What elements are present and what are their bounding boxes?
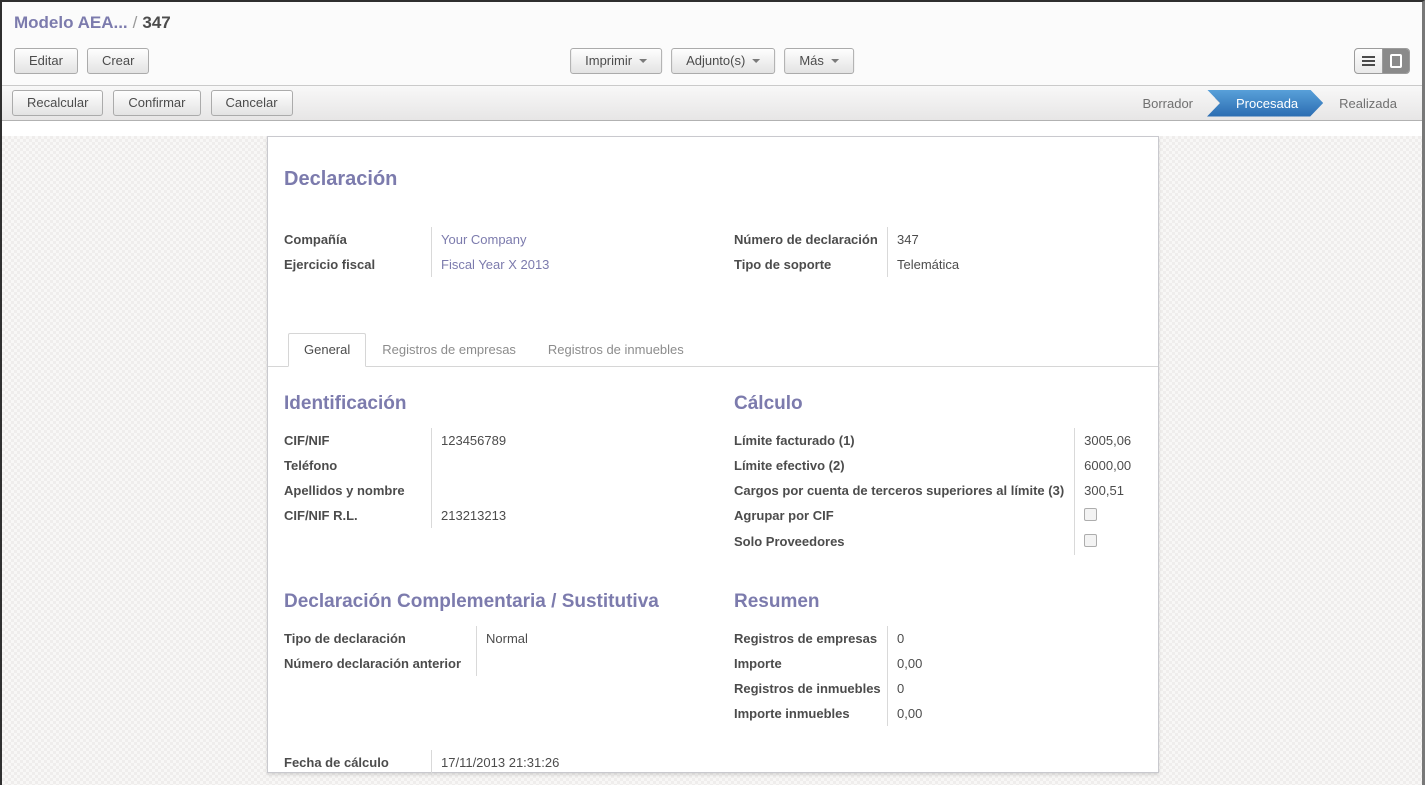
field-value-registros-inmuebles: 0: [887, 676, 1142, 701]
cancel-button[interactable]: Cancelar: [211, 90, 293, 116]
solo-proveedores-checkbox[interactable]: [1084, 534, 1097, 547]
action-statusbar: Recalcular Confirmar Cancelar Borrador P…: [2, 85, 1422, 121]
field-label-cif-nif-rl: CIF/NIF R.L.: [284, 503, 431, 528]
breadcrumb-separator: /: [133, 13, 138, 32]
field-label-tipo-soporte: Tipo de soporte: [734, 252, 887, 277]
field-value-limite-efectivo: 6000,00: [1074, 453, 1142, 478]
confirm-button[interactable]: Confirmar: [113, 90, 200, 116]
field-value-importe-inmuebles: 0,00: [887, 701, 1142, 726]
tab-registros-empresas[interactable]: Registros de empresas: [366, 333, 532, 367]
form-sheet: Declaración Compañía Your Company Ejerci…: [267, 136, 1159, 773]
footer-field: Fecha de cálculo 17/11/2013 21:31:26: [284, 750, 734, 775]
attachments-dropdown-button[interactable]: Adjunto(s): [671, 48, 775, 74]
field-value-numero-declaracion: 347: [887, 227, 1142, 252]
view-switcher: [1354, 48, 1410, 74]
field-label-solo-proveedores: Solo Proveedores: [734, 529, 1074, 555]
section-title-calculo: Cálculo: [734, 393, 1142, 415]
field-value-numero-declaracion-anterior: [476, 651, 734, 676]
field-label-fecha-calculo: Fecha de cálculo: [284, 750, 431, 775]
document-buttons: Imprimir Adjunto(s) Más: [570, 48, 854, 74]
field-value-cargos-terceros: 300,51: [1074, 478, 1142, 503]
field-label-limite-efectivo: Límite efectivo (2): [734, 453, 1074, 478]
caret-down-icon: [752, 59, 760, 63]
field-label-ejercicio-fiscal: Ejercicio fiscal: [284, 252, 431, 277]
header-fields-left: Compañía Your Company Ejercicio fiscal F…: [284, 227, 734, 277]
toolbar: Editar Crear Imprimir Adjunto(s) Más: [14, 46, 1410, 76]
field-label-tipo-declaracion: Tipo de declaración: [284, 626, 476, 651]
print-label: Imprimir: [585, 53, 632, 68]
field-value-registros-empresas: 0: [887, 626, 1142, 651]
create-button[interactable]: Crear: [87, 48, 150, 74]
section-complementaria: Declaración Complementaria / Sustitutiva…: [284, 591, 734, 676]
header-fields-right: Número de declaración 347 Tipo de soport…: [734, 227, 1142, 277]
recalculate-button[interactable]: Recalcular: [12, 90, 103, 116]
form-icon: [1390, 54, 1402, 68]
field-value-importe: 0,00: [887, 651, 1142, 676]
notebook-tabs: General Registros de empresas Registros …: [268, 333, 1158, 367]
caret-down-icon: [639, 59, 647, 63]
field-value-cif-nif: 123456789: [431, 428, 734, 453]
agrupar-por-cif-checkbox[interactable]: [1084, 508, 1097, 521]
form-view-button[interactable]: [1382, 49, 1409, 73]
status-indicator: Borrador Procesada Realizada: [1127, 90, 1412, 117]
record-buttons: Editar Crear: [14, 48, 149, 74]
field-label-compania: Compañía: [284, 227, 431, 252]
field-value-ejercicio-fiscal-link[interactable]: Fiscal Year X 2013: [431, 252, 734, 277]
status-procesada-active: Procesada: [1207, 90, 1323, 117]
breadcrumb: Modelo AEA... /347: [14, 12, 1410, 34]
attachments-label: Adjunto(s): [686, 53, 745, 68]
form-background: Declaración Compañía Your Company Ejerci…: [2, 136, 1422, 785]
list-view-button[interactable]: [1355, 49, 1382, 73]
workflow-buttons: Recalcular Confirmar Cancelar: [12, 90, 293, 116]
edit-button[interactable]: Editar: [14, 48, 78, 74]
field-value-compania-link[interactable]: Your Company: [431, 227, 734, 252]
field-label-registros-empresas: Registros de empresas: [734, 626, 887, 651]
list-icon: [1362, 60, 1375, 62]
field-label-cargos-terceros: Cargos por cuenta de terceros superiores…: [734, 478, 1074, 503]
status-realizada: Realizada: [1324, 96, 1412, 111]
field-label-agrupar-por-cif: Agrupar por CIF: [734, 503, 1074, 529]
status-borrador: Borrador: [1127, 96, 1208, 111]
header-fields: Compañía Your Company Ejercicio fiscal F…: [284, 227, 1142, 277]
field-value-tipo-soporte: Telemática: [887, 252, 1142, 277]
field-value-tipo-declaracion: Normal: [476, 626, 734, 651]
field-label-telefono: Teléfono: [284, 453, 431, 478]
field-label-numero-declaracion: Número de declaración: [734, 227, 887, 252]
caret-down-icon: [831, 59, 839, 63]
field-label-importe-inmuebles: Importe inmuebles: [734, 701, 887, 726]
breadcrumb-current: 347: [142, 13, 170, 32]
top-header: Modelo AEA... /347 Editar Crear Imprimir …: [2, 2, 1422, 85]
field-value-apellidos-nombre: [431, 478, 734, 503]
more-dropdown-button[interactable]: Más: [784, 48, 854, 74]
section-title-identificacion: Identificación: [284, 393, 734, 415]
field-label-registros-inmuebles: Registros de inmuebles: [734, 676, 887, 701]
section-identificacion: Identificación CIF/NIF 123456789 Teléfon…: [284, 393, 734, 528]
field-value-telefono: [431, 453, 734, 478]
section-calculo: Cálculo Límite facturado (1) 3005,06 Lím…: [734, 393, 1142, 555]
tab-registros-inmuebles[interactable]: Registros de inmuebles: [532, 333, 700, 367]
field-value-limite-facturado: 3005,06: [1074, 428, 1142, 453]
section-resumen: Resumen Registros de empresas 0 Importe …: [734, 591, 1142, 726]
tab-general-pane: Identificación CIF/NIF 123456789 Teléfon…: [284, 367, 1142, 775]
tab-general[interactable]: General: [288, 333, 366, 367]
section-title-complementaria: Declaración Complementaria / Sustitutiva: [284, 591, 734, 613]
field-label-limite-facturado: Límite facturado (1): [734, 428, 1074, 453]
field-label-numero-declaracion-anterior: Número declaración anterior: [284, 651, 476, 676]
field-value-fecha-calculo: 17/11/2013 21:31:26: [431, 750, 734, 775]
field-label-cif-nif: CIF/NIF: [284, 428, 431, 453]
breadcrumb-parent-link[interactable]: Modelo AEA...: [14, 13, 128, 32]
field-label-importe: Importe: [734, 651, 887, 676]
more-label: Más: [799, 53, 824, 68]
field-label-apellidos-nombre: Apellidos y nombre: [284, 478, 431, 503]
section-title-resumen: Resumen: [734, 591, 1142, 613]
sheet-title: Declaración: [284, 167, 1142, 191]
field-value-cif-nif-rl: 213213213: [431, 503, 734, 528]
print-dropdown-button[interactable]: Imprimir: [570, 48, 662, 74]
